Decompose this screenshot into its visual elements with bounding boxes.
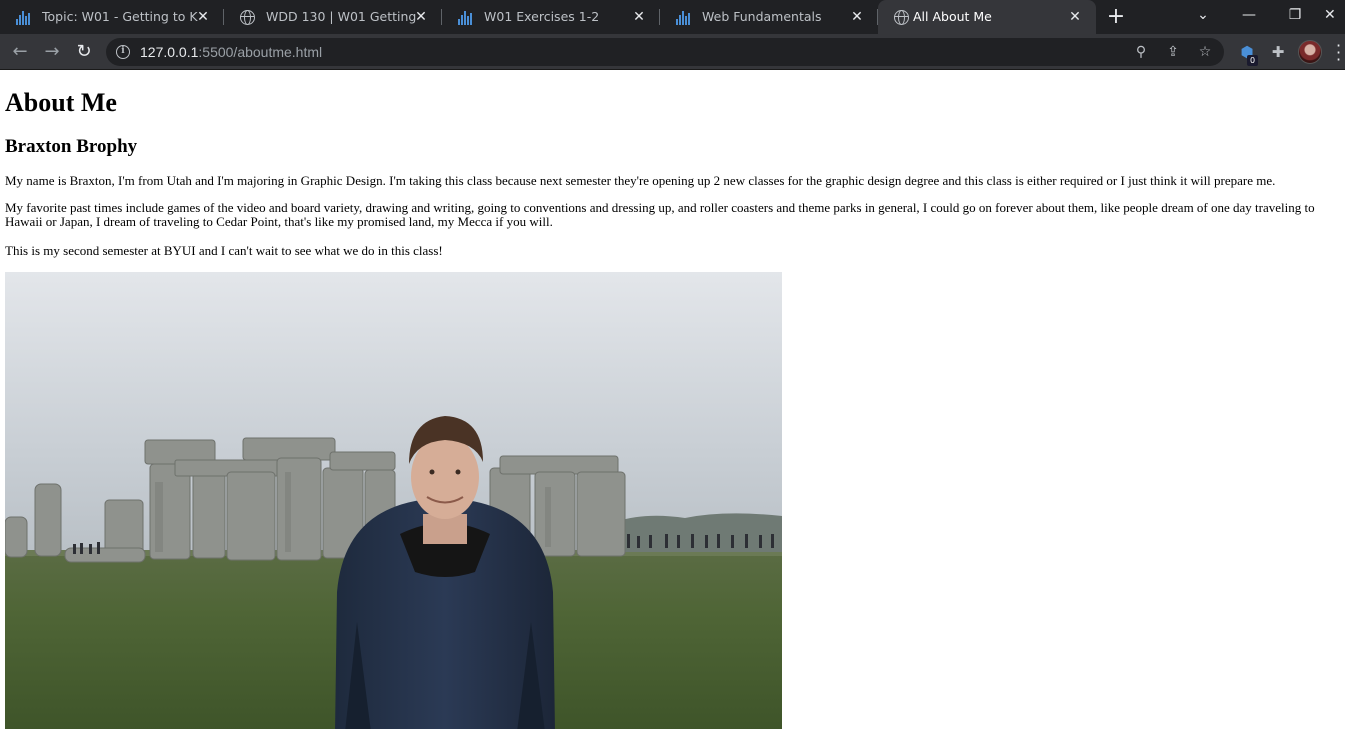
- tab-title: All About Me: [913, 9, 992, 24]
- tab-title: Topic: W01 - Getting to Know: [42, 9, 198, 24]
- menu-kebab-icon[interactable]: · · ·: [1336, 38, 1342, 68]
- page-heading: About Me: [5, 88, 117, 117]
- canvas-bars-icon: [458, 9, 475, 25]
- profile-avatar[interactable]: [1298, 40, 1322, 64]
- bookmark-star-icon[interactable]: ☆: [1195, 42, 1215, 62]
- paragraph-intro: My name is Braxton, I'm from Utah and I'…: [5, 173, 1276, 188]
- tab-wdd130[interactable]: WDD 130 | W01 Getting to K ✕: [224, 0, 442, 34]
- address-bar[interactable]: i 127.0.0.1:5500/aboutme.html ⚲ ⇪ ☆: [106, 38, 1224, 66]
- url-host: 127.0.0.1: [140, 44, 199, 60]
- paragraph-semester: This is my second semester at BYUI and I…: [5, 243, 443, 258]
- page-subheading: Braxton Brophy: [5, 136, 138, 157]
- window-close-button[interactable]: ✕: [1318, 0, 1345, 34]
- forward-button[interactable]: →: [39, 39, 65, 65]
- extensions-puzzle-icon[interactable]: ✚: [1267, 41, 1289, 63]
- minimize-button[interactable]: —: [1226, 0, 1272, 34]
- share-icon[interactable]: ⇪: [1163, 42, 1183, 62]
- extension-badge: 0: [1247, 55, 1258, 66]
- tab-search-chevron-icon[interactable]: ⌄: [1180, 0, 1226, 34]
- back-button[interactable]: ←: [7, 39, 33, 65]
- tab-all-about-me[interactable]: All About Me ✕: [878, 0, 1096, 34]
- tab-topic-w01[interactable]: Topic: W01 - Getting to Know ✕: [0, 0, 224, 34]
- paragraph-hobbies: My favorite past times include games of …: [5, 200, 1315, 229]
- globe-icon: [240, 10, 255, 25]
- close-icon[interactable]: ✕: [630, 8, 648, 26]
- tab-title: W01 Exercises 1-2: [484, 9, 600, 24]
- url-path: :5500/aboutme.html: [198, 44, 323, 60]
- reload-button[interactable]: ↻: [71, 39, 97, 65]
- close-icon[interactable]: ✕: [194, 8, 212, 26]
- browser-toolbar: ← → ↻ i 127.0.0.1:5500/aboutme.html ⚲ ⇪ …: [0, 34, 1345, 70]
- canvas-bars-icon: [676, 9, 693, 25]
- page-viewport: About Me Braxton Brophy My name is Braxt…: [0, 71, 1345, 729]
- zoom-icon[interactable]: ⚲: [1131, 42, 1151, 62]
- tab-w01-exercises[interactable]: W01 Exercises 1-2 ✕: [442, 0, 660, 34]
- globe-icon: [894, 10, 909, 25]
- close-icon[interactable]: ✕: [1066, 8, 1084, 26]
- new-tab-button[interactable]: +: [1104, 5, 1128, 29]
- profile-photo: [5, 272, 782, 729]
- canvas-bars-icon: [16, 9, 33, 25]
- close-icon[interactable]: ✕: [412, 8, 430, 26]
- tab-web-fundamentals[interactable]: Web Fundamentals ✕: [660, 0, 878, 34]
- tab-title: WDD 130 | W01 Getting to K: [266, 9, 416, 24]
- close-icon[interactable]: ✕: [848, 8, 866, 26]
- site-info-icon[interactable]: i: [116, 45, 130, 59]
- restore-button[interactable]: ❐: [1272, 0, 1318, 34]
- tab-title: Web Fundamentals: [702, 9, 822, 24]
- tab-strip: Topic: W01 - Getting to Know ✕ WDD 130 |…: [0, 0, 1345, 34]
- address-url[interactable]: 127.0.0.1:5500/aboutme.html: [140, 38, 322, 66]
